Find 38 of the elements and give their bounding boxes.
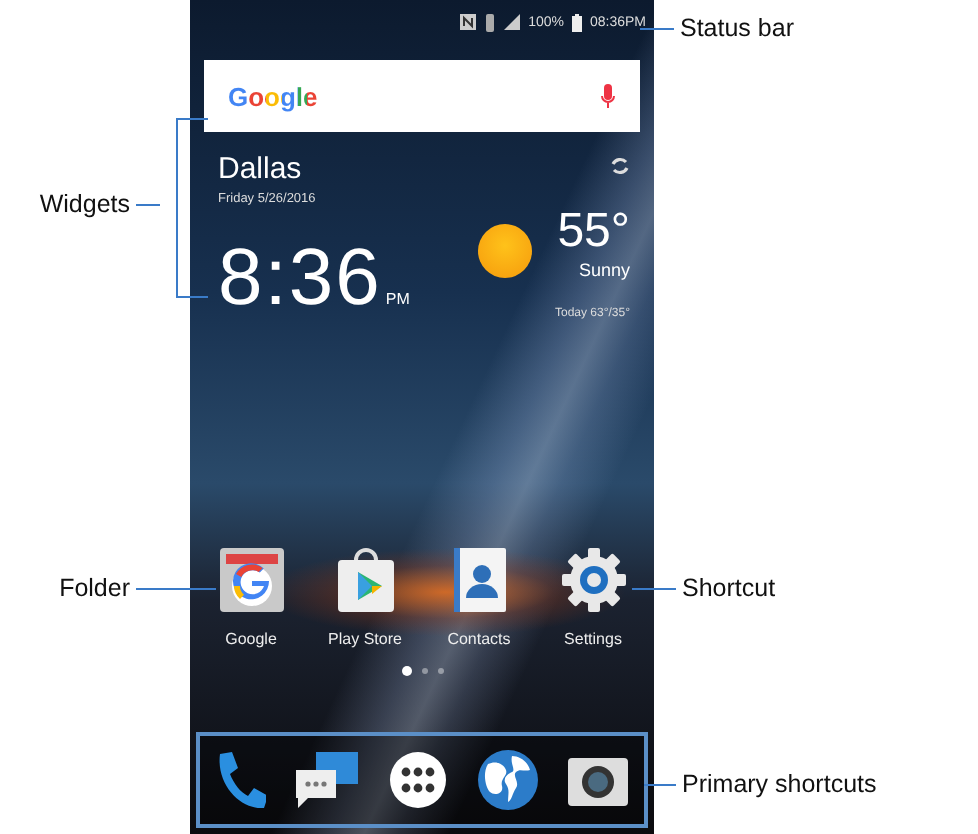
gear-icon[interactable]: [559, 546, 627, 614]
signal-icon: [504, 14, 521, 30]
camera-icon[interactable]: [566, 752, 631, 808]
page-dot[interactable]: [421, 668, 427, 674]
chat-bubbles-icon[interactable]: [292, 750, 361, 810]
weather-condition: Sunny: [578, 260, 630, 280]
leader-line: [136, 203, 160, 205]
microphone-icon[interactable]: [600, 83, 616, 109]
callout-label: Folder: [59, 574, 130, 602]
refresh-icon[interactable]: [610, 156, 630, 176]
city-name: Dallas: [218, 152, 304, 186]
leader-line: [644, 783, 676, 785]
temperature: 55°: [557, 204, 630, 260]
app-label: Settings: [564, 630, 622, 648]
battery-icon: [571, 13, 582, 31]
page-dot[interactable]: [401, 666, 411, 676]
clock-time: 8:36: [218, 234, 382, 324]
app-label: Play Store: [328, 630, 402, 648]
callout-label: Shortcut: [682, 574, 776, 602]
leader-line: [632, 587, 676, 589]
app-drawer-icon[interactable]: [387, 750, 448, 810]
leader-line: [640, 27, 674, 29]
contacts-icon[interactable]: [451, 546, 507, 614]
google-folder-icon[interactable]: [217, 546, 285, 614]
page-dot[interactable]: [437, 668, 443, 674]
sun-icon: [477, 224, 531, 278]
callout-label: Status bar: [680, 14, 794, 42]
search-logo: Google: [228, 81, 318, 111]
vibrate-icon: [484, 13, 497, 31]
nfc-icon: [460, 14, 477, 30]
callout-label: Widgets: [39, 190, 130, 218]
clock-meridiem: PM: [385, 290, 410, 308]
app-label: Google: [225, 630, 277, 648]
callout-label: Primary shortcuts: [682, 770, 877, 798]
globe-icon[interactable]: [475, 748, 540, 812]
app-label: Contacts: [447, 630, 511, 648]
search-field[interactable]: Google: [204, 60, 640, 132]
leader-line: [136, 587, 216, 589]
